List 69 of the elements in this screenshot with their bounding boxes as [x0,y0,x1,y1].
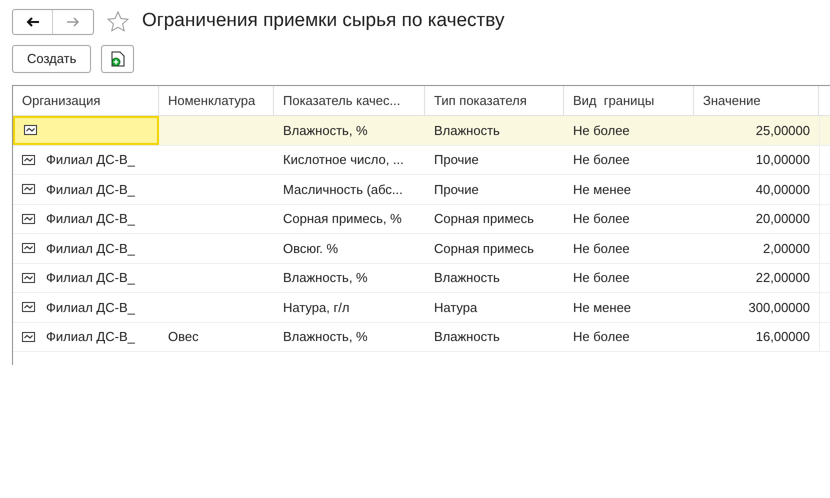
table-cell-text: Сорная примесь, % [283,210,402,228]
table-cell-text: Масличность (абс... [283,180,403,199]
table-cell-text: Филиал ДС-В_ [46,151,135,169]
column-header[interactable]: Номенклатура [159,86,274,115]
table-cell-text: 300,00000 [748,298,810,316]
table-cell-text: Овес [168,328,199,346]
column-header[interactable]: Значение [694,86,819,115]
record-icon [24,125,37,136]
table-row[interactable]: Филиал ДС-В_ Натура, г/л Натура Не менее 300,00000 [13,293,830,322]
table-row[interactable]: Филиал ДС-В_ Влажность, % Влажность Не более 22,00000 [13,264,830,293]
table-cell-text: Филиал ДС-В_ [46,180,135,199]
table-cell-text: Не более [573,328,630,346]
table-cell-text: Не более [573,240,630,258]
table-cell-text: Не более [573,122,630,140]
table-cell-text: Овсюг. % [283,240,338,258]
table-cell-text: Влажность [434,269,500,287]
table-cell-text: Влажность, % [283,122,368,140]
table-cell-text: Не более [573,151,630,169]
table-row[interactable]: Филиал ДС-В_ Сорная примесь, % Сорная примесь Не более 20,00000 [13,204,830,234]
table-cell-text: Влажность, % [283,328,368,346]
record-icon [22,332,35,342]
table-cell-text: Филиал ДС-В_ [46,210,135,228]
table-cell-text: Влажность [434,328,500,346]
table-cell-text: Кислотное число, ... [283,151,404,169]
table-cell-text: 10,00000 [756,151,810,169]
new-document-icon [110,51,125,67]
table-cell-text: Не менее [573,298,632,316]
table-cell-text: Филиал ДС-В_ [46,328,135,346]
record-icon [22,272,35,283]
table-cell-text: 2,00000 [763,240,810,258]
record-icon [22,154,35,165]
table-row[interactable]: Влажность, % Влажность Не более 25,00000 [13,116,830,146]
create-button[interactable]: Создать [12,45,92,73]
column-header[interactable]: Показатель качес... [274,86,425,115]
window-title: Ограничения приемки сырья по качеству [142,9,504,34]
column-header[interactable]: Вид границы [564,86,694,115]
left-arrow-icon [26,16,40,26]
record-icon [22,243,35,254]
record-icon [22,184,35,194]
table-cell-text: Влажность [434,122,500,140]
table-cell-text: Не более [573,269,630,287]
table-row[interactable]: Филиал ДС-В_ Овес Влажность, % Влажность Не более 16,00000 [13,322,830,352]
table-cell-text: 22,00000 [756,269,810,287]
table-cell-text: 20,00000 [756,210,810,228]
column-header[interactable]: Организация [13,86,159,115]
table-cell-text: Филиал ДС-В_ [46,240,135,258]
table-cell-text: 25,00000 [756,122,810,140]
table-cell-text: Филиал ДС-В_ [46,269,135,287]
table-cell-text: 16,00000 [756,328,810,346]
table-cell-text: Филиал ДС-В_ [46,298,135,317]
record-icon [22,214,35,224]
table-row[interactable]: Филиал ДС-В_ Масличность (абс... Прочие Не менее 40,00000 [13,175,830,204]
table-cell-text: 40,00000 [756,180,810,198]
star-icon[interactable] [106,10,130,34]
table-cell-text: Натура [434,298,478,317]
table-cell-text: Сорная примесь [434,210,534,228]
table-cell-text: Не менее [573,180,632,198]
table-cell-text: Не более [573,210,630,228]
record-icon [22,302,35,312]
table-cell-text: Прочие [434,151,479,169]
table-cell-text: Сорная примесь [434,240,534,258]
table-cell-text: Влажность, % [283,269,368,287]
table-cell-text: Прочие [434,180,479,199]
right-arrow-icon [66,16,80,26]
column-header[interactable]: Тип показателя [425,86,564,115]
table-row[interactable]: Филиал ДС-В_ Кислотное число, ... Прочие Не более 10,00000 [13,146,830,175]
table-cell-text: Натура, г/л [283,298,350,317]
table-row[interactable]: Филиал ДС-В_ Овсюг. % Сорная примесь Не более 2,00000 [13,234,830,264]
add-document-button[interactable] [101,45,134,73]
